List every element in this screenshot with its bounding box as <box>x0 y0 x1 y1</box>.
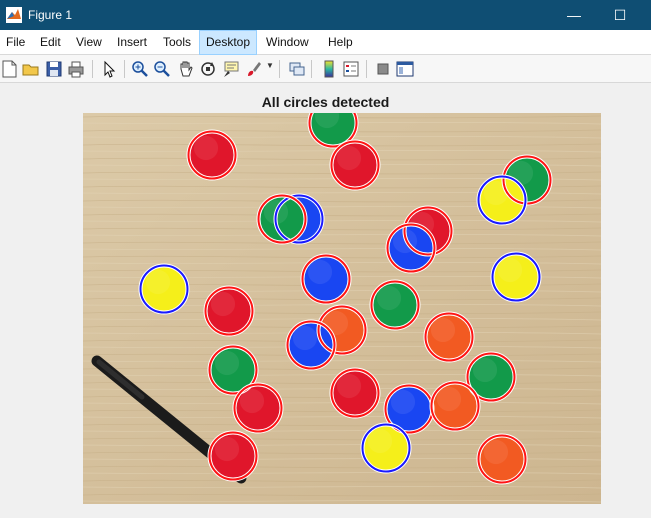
toolbar-separator <box>366 60 367 78</box>
print-icon[interactable] <box>66 59 86 79</box>
data-cursor-icon[interactable] <box>221 59 241 79</box>
open-file-icon[interactable] <box>21 59 41 79</box>
matlab-logo-icon <box>6 7 22 23</box>
brush-dropdown-icon[interactable]: ▼ <box>266 61 274 70</box>
maximize-icon: ☐ <box>613 7 627 23</box>
chip-highlight <box>472 357 498 383</box>
toolbar-separator <box>124 60 125 78</box>
chip-highlight <box>210 291 236 317</box>
menu-help[interactable]: Help <box>322 30 359 55</box>
chip-highlight <box>390 389 416 415</box>
chip-highlight <box>376 285 402 311</box>
chip-highlight <box>430 317 456 343</box>
menu-edit[interactable]: Edit <box>34 30 67 55</box>
toolbar-separator <box>311 60 312 78</box>
brush-icon[interactable] <box>244 59 264 79</box>
minimize-icon: — <box>567 7 581 23</box>
link-plot-icon[interactable] <box>287 59 307 79</box>
save-icon[interactable] <box>44 59 64 79</box>
chip-highlight <box>193 135 219 161</box>
zoom-in-icon[interactable] <box>130 59 150 79</box>
figure-toolbar: ▼ <box>0 55 651 83</box>
axes-title: All circles detected <box>261 94 390 110</box>
show-plot-tools-icon[interactable] <box>395 59 415 79</box>
insert-colorbar-icon[interactable] <box>319 59 339 79</box>
figure-area: All circles detected <box>0 84 651 518</box>
chip-highlight <box>497 257 523 283</box>
pointer-icon[interactable] <box>99 59 119 79</box>
chip-highlight <box>145 269 171 295</box>
chip-highlight <box>336 145 362 171</box>
rotate-3d-icon[interactable] <box>198 59 218 79</box>
zoom-out-icon[interactable] <box>152 59 172 79</box>
pan-icon[interactable] <box>176 59 196 79</box>
maximize-button[interactable]: ☐ <box>597 0 643 30</box>
chip-highlight <box>336 373 362 399</box>
menu-bar: File Edit View Insert Tools Desktop Wind… <box>0 30 651 55</box>
chip-highlight <box>483 439 509 465</box>
chip-highlight <box>214 436 240 462</box>
chip-highlight <box>367 428 393 454</box>
toolbar-separator <box>92 60 93 78</box>
menu-window[interactable]: Window <box>260 30 315 55</box>
chip-highlight <box>436 386 462 412</box>
menu-desktop[interactable]: Desktop <box>199 30 258 55</box>
title-bar: Figure 1 — ☐ <box>0 0 651 30</box>
window-title: Figure 1 <box>28 8 73 22</box>
chip-highlight <box>214 350 240 376</box>
new-figure-icon[interactable] <box>0 59 20 79</box>
insert-legend-icon[interactable] <box>341 59 361 79</box>
minimize-button[interactable]: — <box>551 0 597 30</box>
menu-insert[interactable]: Insert <box>111 30 153 55</box>
menu-file[interactable]: File <box>0 30 31 55</box>
chip-highlight <box>307 259 333 285</box>
toolbar-separator <box>279 60 280 78</box>
chip-highlight <box>292 325 318 351</box>
image-axes[interactable] <box>83 113 601 504</box>
menu-view[interactable]: View <box>70 30 108 55</box>
hide-plot-tools-icon[interactable] <box>373 59 393 79</box>
menu-tools[interactable]: Tools <box>157 30 197 55</box>
